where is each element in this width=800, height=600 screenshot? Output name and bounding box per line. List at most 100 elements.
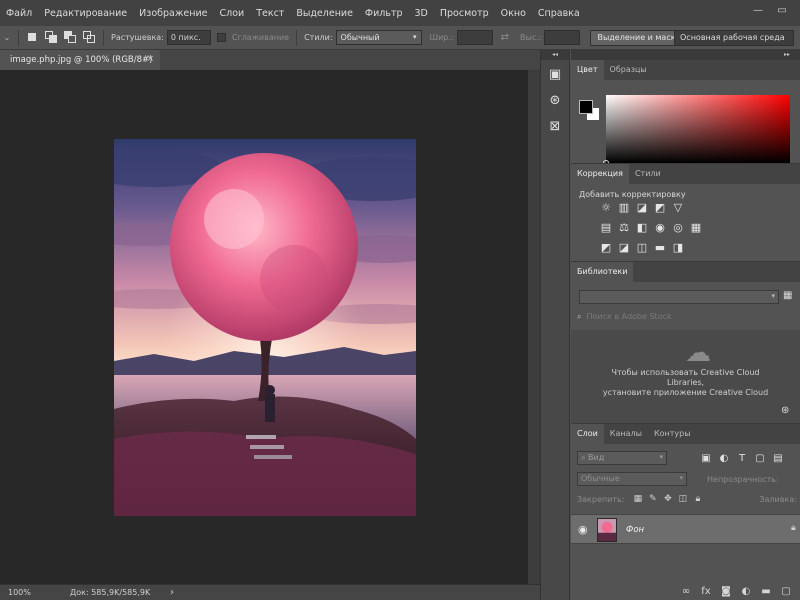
- tab-styles[interactable]: Стили: [629, 164, 667, 184]
- canvas-area[interactable]: [0, 70, 528, 584]
- hue-saturation-icon[interactable]: ▤: [597, 221, 615, 235]
- tab-color[interactable]: Цвет: [571, 60, 604, 80]
- menu-filter[interactable]: Фильтр: [359, 8, 409, 19]
- gradient-map-icon[interactable]: ◨: [669, 241, 687, 255]
- library-select[interactable]: ▾: [579, 290, 779, 304]
- black-white-icon[interactable]: ◧: [633, 221, 651, 235]
- foreground-color-swatch[interactable]: [579, 100, 593, 114]
- properties-icon[interactable]: ⊛: [544, 90, 566, 112]
- tab-paths[interactable]: Контуры: [648, 424, 697, 444]
- workspace-select[interactable]: Основная рабочая среда: [674, 30, 794, 46]
- layer-filter-select[interactable]: ⌕ Вид ▾: [577, 451, 667, 465]
- layers-lock-row: Закрепить: ▦ ✎ ✥ ◫ 🔒︎ Заливка:: [577, 492, 797, 506]
- channel-mixer-icon[interactable]: ◎: [669, 221, 687, 235]
- history-icon[interactable]: ▣: [544, 64, 566, 86]
- blend-mode-select[interactable]: Обычные ▾: [577, 472, 687, 486]
- menu-image[interactable]: Изображение: [133, 8, 213, 19]
- photo-filter-icon[interactable]: ◉: [651, 221, 669, 235]
- library-search[interactable]: ⌕ Поиск в Adobe Stock: [577, 312, 787, 326]
- curves-icon[interactable]: ◪: [633, 201, 651, 215]
- color-picker-field[interactable]: [603, 95, 790, 166]
- add-mask-icon[interactable]: ◙: [716, 586, 736, 597]
- menu-layers[interactable]: Слои: [213, 8, 250, 19]
- strip-collapse-icon[interactable]: ◂◂: [541, 50, 569, 60]
- adjustments-title: Добавить корректировку: [579, 190, 686, 199]
- tab-swatches[interactable]: Образцы: [604, 60, 653, 80]
- invert-icon[interactable]: ◩: [597, 241, 615, 255]
- style-label: Стили:: [304, 33, 333, 42]
- menu-3d[interactable]: 3D: [409, 8, 434, 19]
- lock-artboard-icon[interactable]: ◫: [675, 494, 690, 504]
- tab-libraries[interactable]: Библиотеки: [571, 262, 634, 282]
- close-icon[interactable]: ×: [147, 54, 154, 64]
- paragraph-icon[interactable]: ⊠: [544, 116, 566, 138]
- smart-object-filter-icon[interactable]: ▤: [769, 453, 787, 464]
- adjustment-layer-filter-icon[interactable]: ◐: [715, 453, 733, 464]
- minimize-button[interactable]: —: [748, 3, 768, 18]
- antialias-checkbox[interactable]: [216, 33, 226, 42]
- tab-channels[interactable]: Каналы: [604, 424, 648, 444]
- brightness-icon[interactable]: ☼: [597, 201, 615, 215]
- document-tab[interactable]: image.php.jpg @ 100% (RGB/8#) ×: [0, 50, 160, 70]
- tab-layers[interactable]: Слои: [571, 424, 604, 444]
- selective-color-icon[interactable]: ▬: [651, 241, 669, 255]
- threshold-icon[interactable]: ◫: [633, 241, 651, 255]
- intersect-selection-icon[interactable]: [83, 31, 96, 44]
- layer-name[interactable]: Фон: [626, 525, 644, 535]
- visibility-eye-icon[interactable]: ◉: [578, 523, 588, 536]
- cc-sync-icon[interactable]: ⊛: [781, 405, 789, 416]
- status-menu-arrow-icon[interactable]: ›: [170, 587, 174, 598]
- subtract-selection-icon[interactable]: [64, 31, 77, 44]
- feather-input[interactable]: 0 пикс.: [166, 30, 211, 45]
- new-layer-icon[interactable]: ▢: [776, 586, 796, 597]
- vertical-scrollbar[interactable]: [528, 70, 540, 584]
- tab-adjustments[interactable]: Коррекция: [571, 164, 629, 184]
- divider: [18, 29, 19, 46]
- lock-transparent-icon[interactable]: ▦: [630, 494, 645, 504]
- levels-icon[interactable]: ▥: [615, 201, 633, 215]
- layer-lock-icon: 🔒︎: [791, 523, 796, 533]
- tool-preset-chevron-icon[interactable]: ⌄: [0, 33, 14, 42]
- menu-file[interactable]: Файл: [0, 8, 38, 19]
- exposure-icon[interactable]: ◩: [651, 201, 669, 215]
- menu-view[interactable]: Просмотр: [434, 8, 495, 19]
- restore-button[interactable]: ▭: [772, 3, 792, 18]
- posterize-icon[interactable]: ◪: [615, 241, 633, 255]
- new-adjustment-icon[interactable]: ◐: [736, 586, 756, 597]
- color-lookup-icon[interactable]: ▦: [687, 221, 705, 235]
- menu-window[interactable]: Окно: [495, 8, 532, 19]
- color-balance-icon[interactable]: ⚖: [615, 221, 633, 235]
- link-layers-icon[interactable]: ∞: [676, 586, 696, 597]
- lock-all-icon[interactable]: 🔒︎: [690, 494, 705, 504]
- menu-select[interactable]: Выделение: [290, 8, 359, 19]
- lock-position-icon[interactable]: ✥: [660, 494, 675, 504]
- vibrance-icon[interactable]: ▽: [669, 201, 687, 215]
- menu-type[interactable]: Текст: [250, 8, 290, 19]
- style-select[interactable]: Обычный ▾: [335, 30, 422, 45]
- libraries-panel-tabs: Библиотеки: [571, 262, 800, 282]
- new-selection-icon[interactable]: [26, 31, 39, 44]
- menu-edit[interactable]: Редактирование: [38, 8, 133, 19]
- zoom-level[interactable]: 100%: [0, 588, 40, 597]
- swap-icon[interactable]: ⇄: [501, 32, 509, 43]
- pixel-layer-filter-icon[interactable]: ▣: [697, 453, 715, 464]
- width-label: Шир.:: [429, 33, 454, 42]
- adjustments-row-1: ☼ ▥ ◪ ◩ ▽: [597, 201, 687, 215]
- layers-panel-tabs: Слои Каналы Контуры: [571, 424, 800, 444]
- libraries-message-box: ☁ Чтобы использовать Creative Cloud Libr…: [571, 330, 800, 424]
- adjustments-panel: Коррекция Стили Добавить корректировку ☼…: [571, 163, 800, 261]
- new-group-icon[interactable]: ▬: [756, 586, 776, 597]
- lock-pixels-icon[interactable]: ✎: [645, 494, 660, 504]
- shape-layer-filter-icon[interactable]: ▢: [751, 453, 769, 464]
- add-selection-icon[interactable]: [45, 31, 58, 44]
- grid-view-icon[interactable]: ▦: [783, 289, 797, 303]
- menu-help[interactable]: Справка: [532, 8, 586, 19]
- layer-style-icon[interactable]: fx: [696, 586, 716, 597]
- type-layer-filter-icon[interactable]: T: [733, 453, 751, 464]
- width-input[interactable]: [456, 30, 493, 45]
- height-input[interactable]: [544, 30, 581, 45]
- feather-label: Растушевка:: [111, 33, 164, 42]
- layer-row[interactable]: ◉ Фон 🔒︎: [571, 514, 800, 544]
- artwork-image: [114, 139, 416, 516]
- panels-collapse-icon[interactable]: ▸▸: [571, 50, 800, 60]
